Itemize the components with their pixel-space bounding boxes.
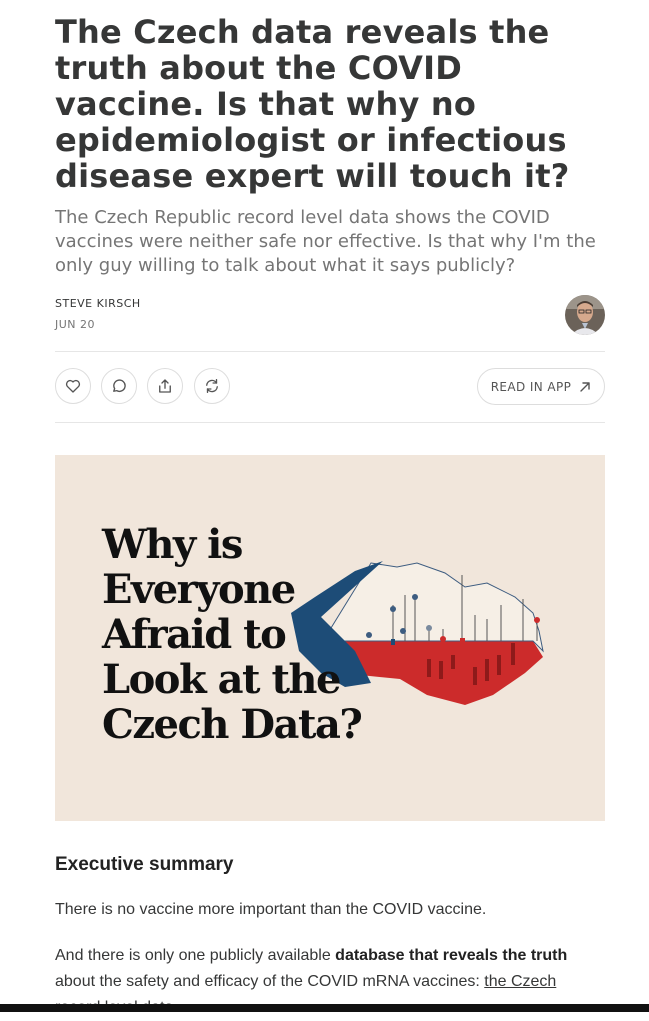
- section-heading: Executive summary: [55, 854, 234, 875]
- p2-bold-text: database that reveals the truth: [335, 947, 568, 964]
- hero-image[interactable]: Why is Everyone Afraid to Look at the Cz…: [55, 455, 605, 821]
- post-subtitle: The Czech Republic record level data sho…: [55, 207, 596, 276]
- restack-button[interactable]: [194, 368, 230, 404]
- hero-headline: Why is Everyone Afraid to Look at the Cz…: [102, 521, 363, 748]
- read-in-app-label: READ IN APP: [490, 379, 572, 394]
- like-button[interactable]: [55, 368, 91, 404]
- comment-button[interactable]: [101, 368, 137, 404]
- bottom-bar: [0, 1004, 649, 1012]
- post-title: The Czech data reveals the truth about t…: [55, 13, 570, 195]
- share-icon: [159, 379, 171, 393]
- hero-line-1: Why is: [102, 521, 243, 568]
- p2-text-start: And there is only one publicly available: [55, 947, 336, 964]
- divider-bottom: [55, 422, 605, 423]
- author-avatar[interactable]: [565, 295, 605, 335]
- body-paragraph-1: There is no vaccine more important than …: [55, 901, 487, 918]
- hero-line-3: Afraid to: [102, 611, 287, 658]
- p2-text-end: about the safety and efficacy of the COV…: [55, 973, 485, 990]
- author-name[interactable]: STEVE KIRSCH: [55, 297, 141, 310]
- heart-icon: [65, 379, 81, 393]
- hero-line-2: Everyone: [102, 566, 296, 613]
- avatar-photo: [565, 295, 605, 335]
- arrow-up-right-icon: [580, 381, 590, 392]
- share-button[interactable]: [147, 368, 183, 404]
- hero-line-5: Czech Data?: [102, 701, 363, 748]
- divider-top: [55, 351, 605, 352]
- hero-line-4: Look at the: [102, 656, 341, 703]
- post-date: JUN 20: [55, 318, 96, 331]
- comment-icon: [113, 379, 126, 392]
- czech-data-link[interactable]: the Czech: [484, 973, 556, 990]
- read-in-app-button[interactable]: READ IN APP: [477, 368, 605, 405]
- restack-icon: [206, 378, 218, 394]
